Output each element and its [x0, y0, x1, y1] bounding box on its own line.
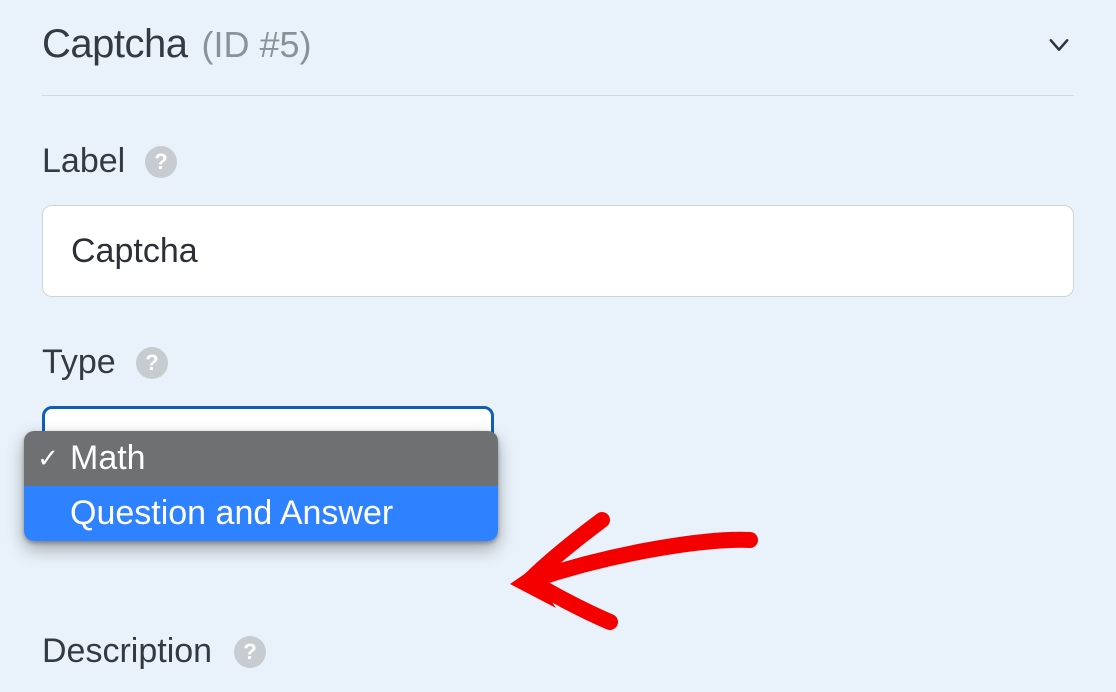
help-icon[interactable]: ?	[234, 636, 266, 668]
field-description-block: Description ?	[42, 632, 266, 671]
section-header[interactable]: Captcha (ID #5)	[42, 22, 1074, 96]
chevron-down-icon[interactable]	[1044, 30, 1074, 60]
annotation-arrow	[482, 480, 802, 640]
type-dropdown: ✓ Math Question and Answer	[24, 431, 498, 541]
label-input[interactable]	[42, 205, 1074, 297]
section-title: Captcha	[42, 22, 187, 67]
svg-text:?: ?	[243, 639, 256, 664]
field-type-block: Type ? ✓ Math Question and Answer	[42, 343, 1074, 452]
svg-text:?: ?	[145, 350, 158, 375]
dropdown-option-math[interactable]: ✓ Math	[24, 431, 498, 486]
label-field-label: Label	[42, 142, 125, 181]
dropdown-option-label: Question and Answer	[70, 494, 393, 533]
dropdown-option-question-and-answer[interactable]: Question and Answer	[24, 486, 498, 541]
dropdown-option-label: Math	[70, 439, 146, 478]
svg-text:?: ?	[154, 149, 167, 174]
check-icon: ✓	[34, 443, 62, 474]
help-icon[interactable]: ?	[136, 347, 168, 379]
section-id-tag: (ID #5)	[201, 24, 311, 66]
field-label-block: Label ?	[42, 142, 1074, 297]
help-icon[interactable]: ?	[145, 146, 177, 178]
type-field-label: Type	[42, 343, 116, 382]
description-field-label: Description	[42, 632, 212, 671]
